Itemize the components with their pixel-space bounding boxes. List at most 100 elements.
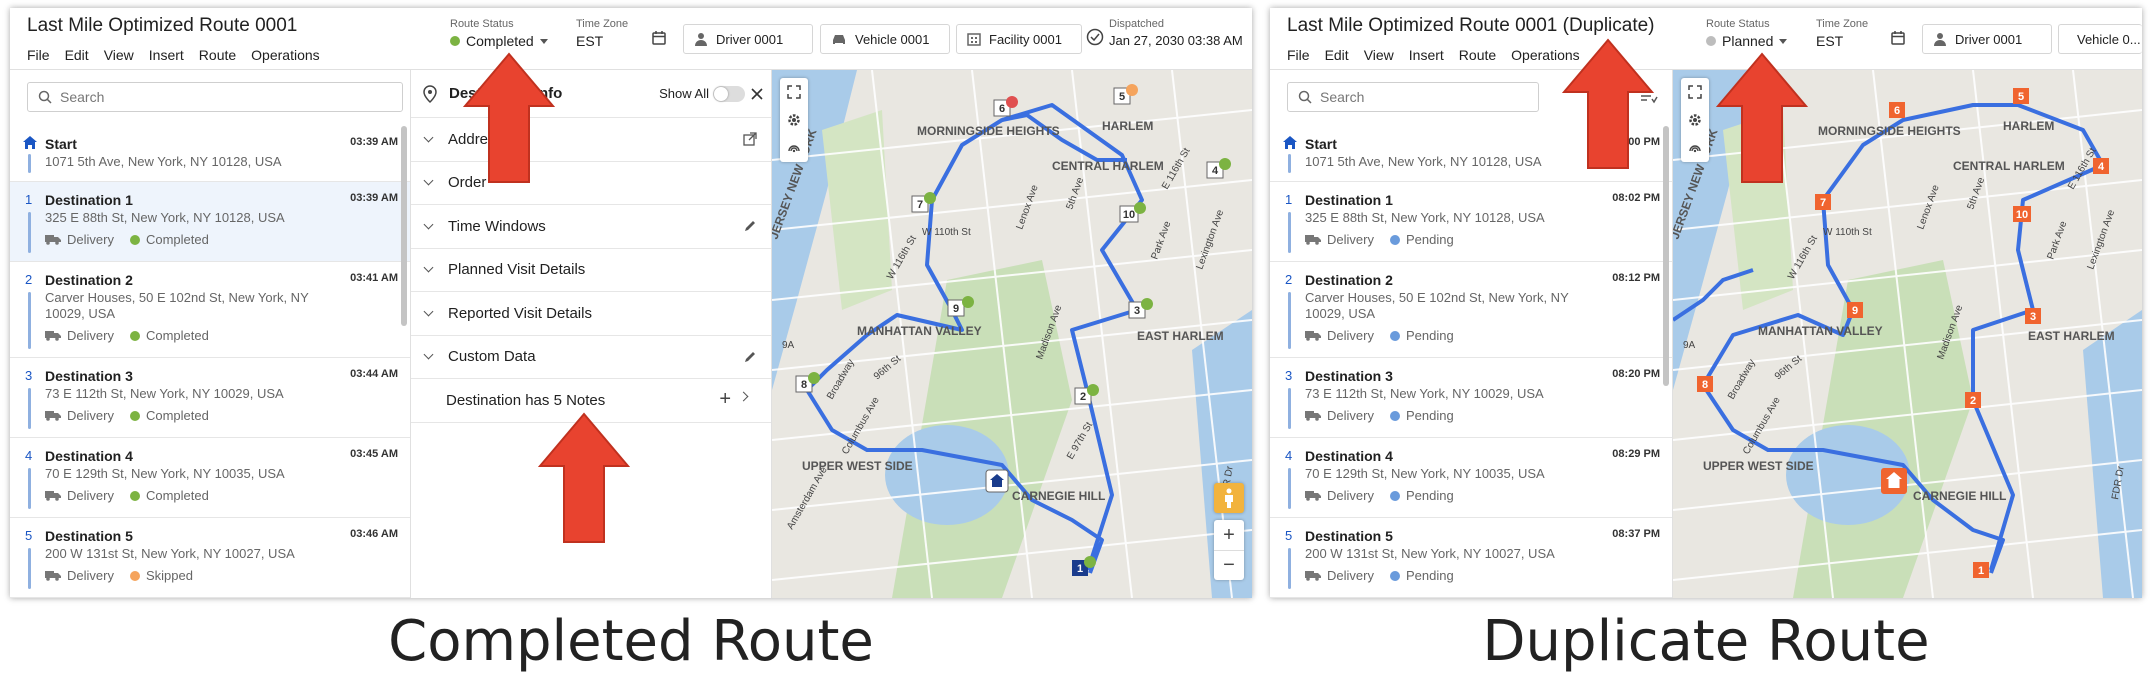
stop-name: Destination 2: [45, 272, 133, 288]
stop-meta: Delivery Skipped: [45, 568, 193, 583]
vehicle-chip[interactable]: Vehicle 0...: [2058, 24, 2142, 54]
menu-edit[interactable]: Edit: [65, 47, 89, 63]
zoom-in-button[interactable]: +: [1214, 520, 1244, 550]
depot-home-marker[interactable]: [985, 469, 1009, 493]
route-title: Last Mile Optimized Route 0001 (Duplicat…: [1287, 15, 1655, 36]
stop-time: 08:29 PM: [1612, 448, 1660, 460]
stop-marker[interactable]: 9: [947, 299, 965, 317]
geofence-icon[interactable]: [780, 134, 808, 162]
menu-route[interactable]: Route: [1459, 47, 1496, 63]
dispatched-value: Jan 27, 2030 03:38 AM: [1109, 33, 1243, 48]
svg-text:4: 4: [1212, 165, 1219, 177]
stop-destination-2[interactable]: 2 Destination 2 Carver Houses, 50 E 102n…: [10, 262, 410, 358]
close-icon[interactable]: [751, 87, 763, 100]
stop-type: Delivery: [67, 488, 114, 503]
show-all-toggle[interactable]: [713, 85, 745, 102]
vehicle-chip[interactable]: Vehicle 0001: [820, 24, 950, 54]
calendar-icon[interactable]: [651, 30, 667, 46]
time-zone[interactable]: Time Zone EST: [576, 18, 628, 49]
stop-time: 03:39 AM: [350, 136, 398, 148]
stop-destination-3[interactable]: 3 Destination 3 73 E 112th St, New York,…: [1270, 358, 1672, 438]
driver-chip[interactable]: Driver 0001: [683, 24, 813, 54]
stop-meta: Delivery Completed: [45, 408, 209, 423]
row-planned-visit-details[interactable]: Planned Visit Details: [411, 249, 771, 292]
stop-type: Delivery: [67, 232, 114, 247]
edit-pencil-icon[interactable]: [743, 219, 757, 233]
stop-time: 03:46 AM: [350, 528, 398, 540]
route-status-dropdown[interactable]: Route Status Planned: [1706, 18, 1788, 49]
map-label: HARLEM: [2003, 119, 2054, 133]
chevron-right-icon[interactable]: [738, 391, 749, 402]
menu-insert[interactable]: Insert: [1409, 47, 1444, 63]
svg-text:5: 5: [1119, 91, 1125, 103]
stop-destination-4[interactable]: 4 Destination 4 70 E 129th St, New York,…: [10, 438, 410, 518]
chevron-down-icon: [423, 219, 434, 230]
route-map[interactable]: MORNINGSIDE HEIGHTS HARLEM CENTRAL HARLE…: [772, 70, 1252, 598]
stop-destination-2[interactable]: 2 Destination 2 Carver Houses, 50 E 102n…: [1270, 262, 1672, 358]
stop-type: Delivery: [67, 568, 114, 583]
facility-icon: [967, 33, 981, 46]
stop-marker[interactable]: 4: [2093, 158, 2109, 174]
map-canvas[interactable]: MORNINGSIDE HEIGHTS HARLEM CENTRAL HARLE…: [772, 70, 1252, 598]
map-label: MORNINGSIDE HEIGHTS: [917, 124, 1060, 138]
stop-marker[interactable]: 6: [1889, 102, 1905, 118]
open-external-icon[interactable]: [743, 132, 757, 146]
route-status-dropdown[interactable]: Route Status Completed: [450, 18, 548, 49]
search-input[interactable]: Search: [1287, 82, 1539, 112]
stop-marker[interactable]: 2: [1965, 392, 1981, 408]
depot-home-marker[interactable]: [1881, 468, 1907, 494]
stop-destination-5[interactable]: 5 Destination 5 200 W 131st St, New York…: [10, 518, 410, 598]
home-icon: [23, 136, 37, 149]
route-title: Last Mile Optimized Route 0001: [27, 15, 298, 36]
stop-marker[interactable]: 10: [2013, 206, 2031, 222]
time-zone-value: EST: [1816, 33, 1844, 49]
stop-marker[interactable]: 7: [1815, 194, 1831, 210]
delivery-truck-icon: [1305, 235, 1321, 245]
row-custom-data[interactable]: Custom Data: [411, 336, 771, 379]
settings-gear-icon[interactable]: [1681, 106, 1709, 134]
stop-marker[interactable]: 8: [1697, 376, 1713, 392]
map-street-label: Park Ave: [1149, 219, 1173, 261]
stop-destination-4[interactable]: 4 Destination 4 70 E 129th St, New York,…: [1270, 438, 1672, 518]
facility-chip[interactable]: Facility 0001: [956, 24, 1082, 54]
svg-text:10: 10: [2016, 209, 2028, 221]
menu-insert[interactable]: Insert: [149, 47, 184, 63]
street-view-pegman-icon[interactable]: [1214, 483, 1244, 513]
add-note-icon[interactable]: +: [719, 388, 731, 411]
search-input[interactable]: Search: [27, 82, 403, 112]
settings-gear-icon[interactable]: [780, 106, 808, 134]
fullscreen-icon[interactable]: [1681, 78, 1709, 106]
calendar-icon[interactable]: [1890, 30, 1906, 46]
geofence-icon[interactable]: [1681, 134, 1709, 162]
stop-marker[interactable]: 3: [2025, 308, 2041, 324]
list-scrollbar[interactable]: [1663, 126, 1669, 386]
stop-destination-3[interactable]: 3 Destination 3 73 E 112th St, New York,…: [10, 358, 410, 438]
row-reported-visit-details[interactable]: Reported Visit Details: [411, 292, 771, 336]
menu-file[interactable]: File: [1287, 47, 1310, 63]
row-time-windows[interactable]: Time Windows: [411, 205, 771, 249]
edit-pencil-icon[interactable]: [743, 350, 757, 364]
stop-destination-5[interactable]: 5 Destination 5 200 W 131st St, New York…: [1270, 518, 1672, 598]
zoom-out-button[interactable]: −: [1214, 550, 1244, 580]
list-scrollbar[interactable]: [401, 126, 407, 326]
stop-marker[interactable]: 5: [2013, 88, 2029, 104]
stop-marker[interactable]: 9: [1847, 302, 1863, 318]
menu-operations[interactable]: Operations: [251, 47, 319, 63]
stop-start[interactable]: Start 1071 5th Ave, New York, NY 10128, …: [10, 126, 410, 182]
menu-view[interactable]: View: [1364, 47, 1394, 63]
time-zone-label: Time Zone: [1816, 18, 1869, 30]
menu-file[interactable]: File: [27, 47, 50, 63]
menu-route[interactable]: Route: [199, 47, 236, 63]
fullscreen-icon[interactable]: [780, 78, 808, 106]
menu-edit[interactable]: Edit: [1325, 47, 1349, 63]
driver-chip[interactable]: Driver 0001: [1922, 24, 2052, 54]
menu-bar: File Edit View Insert Route Operations: [27, 47, 320, 63]
status-dot: [1389, 234, 1400, 245]
time-zone[interactable]: Time Zone EST: [1816, 18, 1868, 49]
stop-marker[interactable]: 1: [1973, 562, 1989, 578]
status-dot: [1389, 570, 1400, 581]
stop-destination-1[interactable]: 1 Destination 1 325 E 88th St, New York,…: [1270, 182, 1672, 262]
stop-destination-1[interactable]: 1 Destination 1 325 E 88th St, New York,…: [10, 182, 410, 262]
menu-view[interactable]: View: [104, 47, 134, 63]
stop-meta: Delivery Pending: [1305, 328, 1454, 343]
